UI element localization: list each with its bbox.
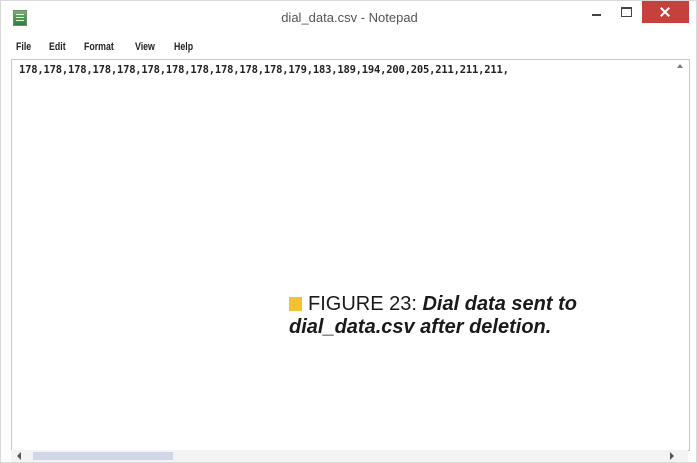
figure-caption: FIGURE 23: Dial data sent to dial_data.c… — [289, 293, 649, 339]
title-bar[interactable]: dial_data.csv - Notepad — [1, 1, 696, 35]
text-editor[interactable]: 178,178,178,178,178,178,178,178,178,178,… — [11, 59, 690, 451]
horizontal-scrollbar[interactable] — [11, 450, 688, 462]
notepad-window: dial_data.csv - Notepad File Edit Format… — [0, 0, 697, 463]
horizontal-scroll-thumb[interactable] — [33, 452, 173, 460]
scroll-up-arrow-icon[interactable] — [677, 64, 683, 68]
menu-edit[interactable]: Edit — [49, 41, 66, 53]
menu-help[interactable]: Help — [174, 41, 193, 53]
editor-text[interactable]: 178,178,178,178,178,178,178,178,178,178,… — [19, 64, 509, 76]
maximize-button[interactable] — [614, 1, 639, 23]
minimize-button[interactable] — [584, 1, 609, 23]
scroll-right-arrow-icon[interactable] — [670, 452, 674, 460]
scroll-left-arrow-icon[interactable] — [17, 452, 21, 460]
menu-file[interactable]: File — [16, 41, 31, 53]
close-button[interactable] — [642, 1, 689, 23]
menu-bar: File Edit Format View Help — [1, 37, 696, 57]
caption-label: FIGURE 23: — [308, 293, 417, 315]
menu-view[interactable]: View — [135, 41, 155, 53]
menu-format[interactable]: Format — [84, 41, 114, 53]
vertical-scrollbar[interactable] — [677, 60, 689, 450]
caption-marker-icon — [289, 297, 302, 311]
